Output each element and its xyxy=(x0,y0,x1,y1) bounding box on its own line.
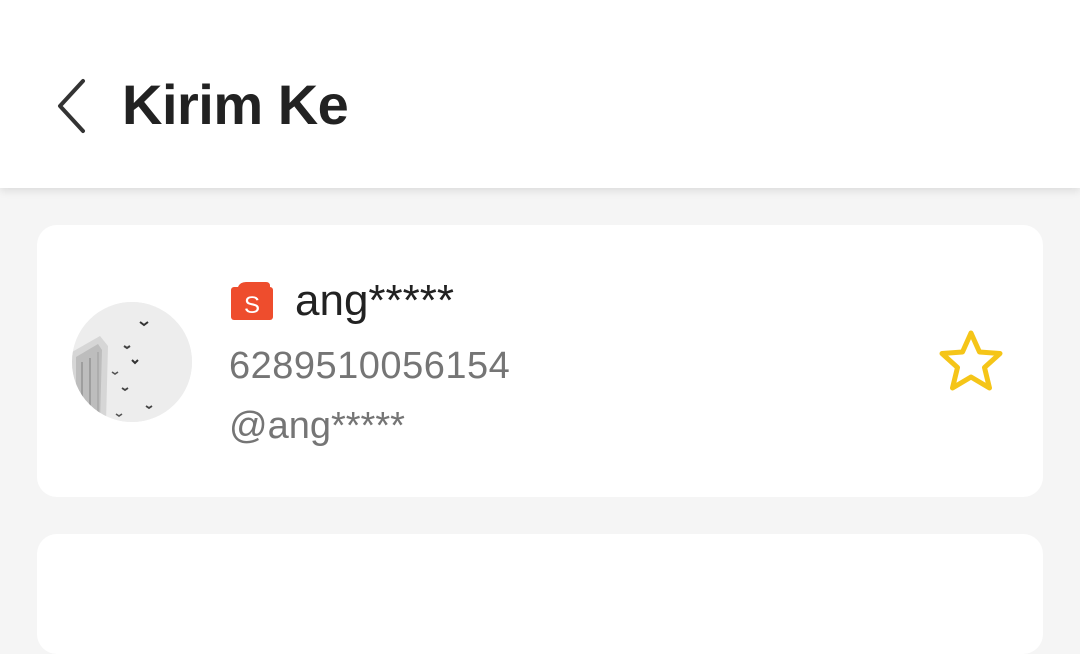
avatar xyxy=(72,302,192,422)
star-outline-icon xyxy=(939,330,1003,391)
svg-text:S: S xyxy=(244,292,260,319)
contact-phone: 6289510056154 xyxy=(229,345,511,387)
page-title: Kirim Ke xyxy=(122,73,349,136)
shop-bag-icon: S xyxy=(230,281,274,321)
avatar-image xyxy=(72,302,192,422)
contact-card[interactable]: S ang***** 6289510056154 @ang***** xyxy=(37,225,1043,497)
contact-name: ang***** xyxy=(295,276,455,325)
back-button[interactable] xyxy=(40,66,104,146)
favorite-button[interactable] xyxy=(933,323,1009,399)
chevron-left-icon xyxy=(58,79,85,133)
app-header: Kirim Ke xyxy=(0,0,1080,188)
contact-handle: @ang***** xyxy=(229,405,405,447)
contact-card[interactable] xyxy=(37,534,1043,654)
